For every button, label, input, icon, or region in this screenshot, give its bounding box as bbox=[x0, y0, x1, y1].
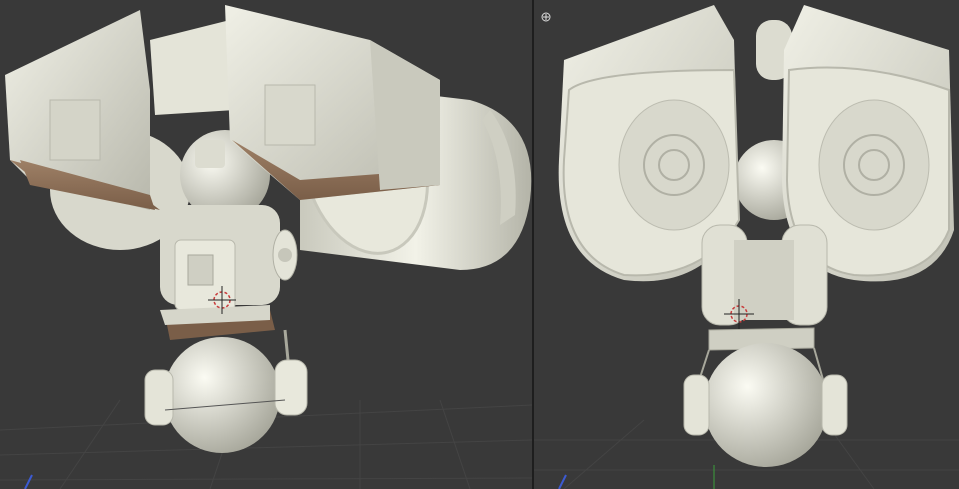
eye-bridge[interactable] bbox=[150, 20, 235, 115]
axis-gizmo-icon bbox=[24, 474, 33, 489]
axis-gizmo-icon bbox=[558, 474, 567, 489]
3d-editor-window bbox=[0, 0, 959, 489]
lower-axle-right[interactable] bbox=[821, 374, 848, 436]
lower-axle-left[interactable] bbox=[144, 369, 174, 426]
lower-ball[interactable] bbox=[704, 343, 828, 467]
lower-axle-right[interactable] bbox=[274, 359, 308, 416]
viewport-left-canvas[interactable] bbox=[0, 0, 532, 489]
viewport-left[interactable] bbox=[0, 0, 532, 489]
viewport-right-canvas[interactable] bbox=[534, 0, 959, 489]
neck-joint[interactable] bbox=[160, 205, 298, 311]
plus-circle-icon[interactable] bbox=[541, 12, 551, 22]
eye-head-left[interactable] bbox=[5, 10, 160, 210]
lower-ball[interactable] bbox=[164, 337, 280, 453]
viewport-right[interactable] bbox=[534, 0, 959, 489]
neck-joint[interactable] bbox=[701, 224, 828, 326]
lower-axle-left[interactable] bbox=[683, 374, 710, 436]
neck-block[interactable] bbox=[195, 140, 225, 168]
